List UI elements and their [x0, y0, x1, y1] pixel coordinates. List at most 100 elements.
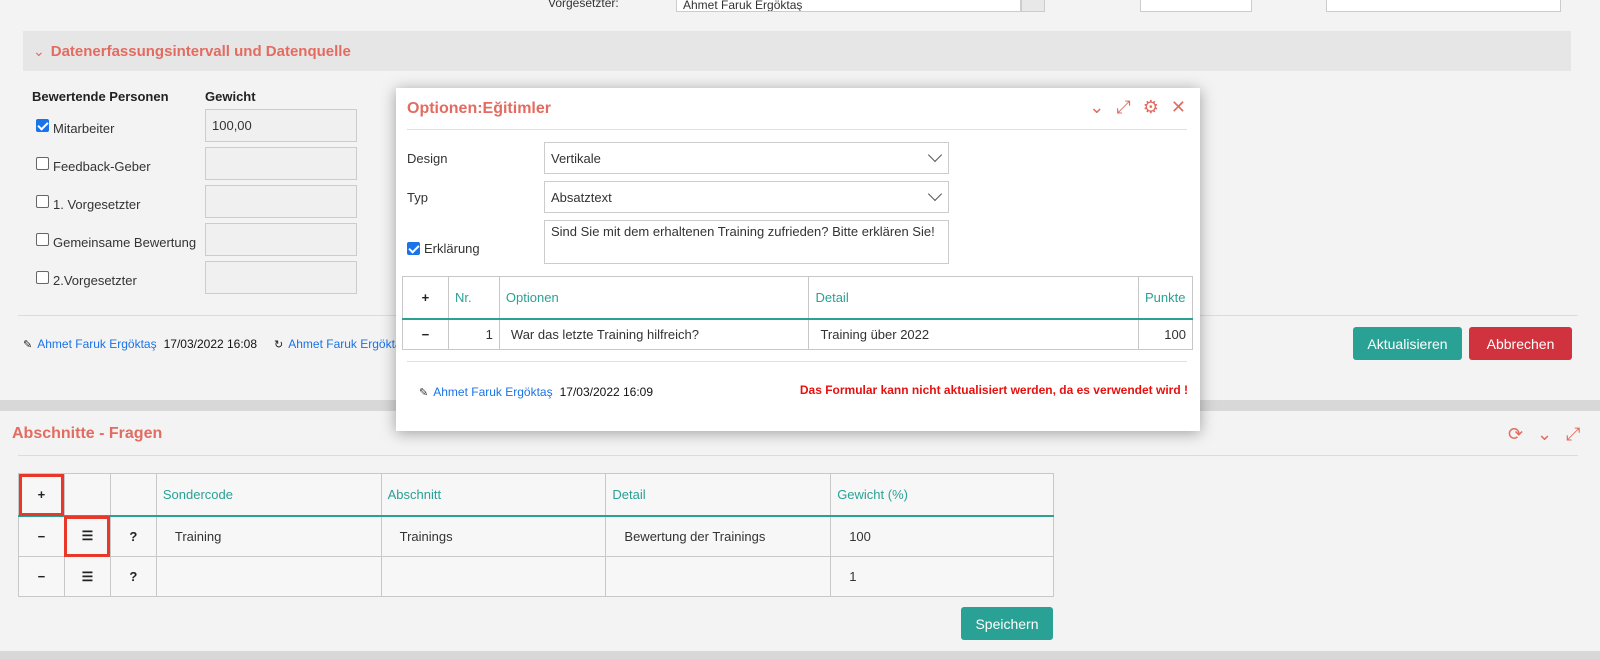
minus-icon[interactable]: − [409, 327, 442, 342]
remove-row-cell[interactable]: − [18, 556, 65, 597]
supervisor-select[interactable]: Ahmet Faruk Ergöktaş [676, 0, 1021, 12]
type-select[interactable]: Absatztext [544, 181, 949, 213]
top-field-b[interactable] [1326, 0, 1561, 12]
help-cell[interactable]: ? [109, 515, 157, 557]
cell-nr[interactable]: 1 [447, 318, 500, 350]
cell-detail[interactable] [605, 556, 832, 597]
supervisor-lookup-button[interactable] [1021, 0, 1045, 12]
header-blank [63, 473, 111, 517]
weight-column-header: Gewicht [205, 89, 256, 104]
col-nr[interactable]: Nr. [447, 276, 500, 320]
modal-title: Optionen:Eğitimler [407, 100, 551, 117]
close-icon[interactable]: ✕ [1171, 97, 1186, 118]
options-modal: Optionen:Eğitimler ⌄ ⤢ ⚙ ✕ Design Vertik… [396, 88, 1200, 431]
list-cell[interactable]: ☰ [63, 515, 111, 557]
person-label: 2.Vorgesetzter [53, 273, 137, 288]
expand-icon[interactable]: ⤢ [1116, 97, 1130, 118]
data-source-section-header[interactable]: ⌄ Datenerfassungsintervall und Datenquel… [23, 31, 1571, 71]
expand-icon[interactable]: ⤢ [1566, 424, 1580, 445]
remove-option-cell[interactable]: − [402, 318, 449, 350]
cell-section[interactable] [380, 556, 607, 597]
person-row-supervisor1[interactable]: 1. Vorgesetzter [36, 195, 141, 212]
type-label: Typ [407, 190, 428, 205]
sections-table: + Sondercode Abschnitt Detail Gewicht (%… [18, 473, 1054, 597]
cell-weight[interactable]: 1 [830, 556, 1054, 597]
cell-code[interactable]: Training [155, 515, 382, 557]
refresh-icon: ↻ [274, 338, 284, 351]
person-row-feedback[interactable]: Feedback-Geber [36, 157, 151, 174]
section-title: Datenerfassungsintervall und Datenquelle [50, 42, 351, 60]
minus-icon[interactable]: − [25, 569, 58, 584]
chevron-down-icon [927, 147, 943, 163]
cancel-button[interactable]: Abbrechen [1469, 327, 1572, 360]
checkbox-supervisor2[interactable] [36, 271, 49, 284]
cell-code[interactable] [155, 556, 382, 597]
list-icon[interactable]: ☰ [71, 569, 104, 585]
plus-icon[interactable]: + [409, 290, 442, 305]
remove-row-cell[interactable]: − [18, 515, 65, 557]
cell-points[interactable]: 100 [1137, 318, 1194, 350]
updater-link[interactable]: Ahmet Faruk Ergöktaş [288, 337, 407, 351]
design-label: Design [407, 151, 448, 166]
col-section[interactable]: Abschnitt [380, 473, 607, 517]
update-button[interactable]: Aktualisieren [1353, 327, 1462, 360]
question-icon[interactable]: ? [117, 529, 150, 544]
person-label: Mitarbeiter [53, 121, 115, 136]
person-row-supervisor2[interactable]: 2.Vorgesetzter [36, 271, 137, 288]
checkbox-supervisor1[interactable] [36, 195, 49, 208]
options-table: + Nr. Optionen Detail Punkte − 1 War das… [402, 276, 1194, 350]
weight-field-joint[interactable] [205, 223, 357, 256]
list-cell[interactable]: ☰ [63, 556, 111, 597]
person-label: Gemeinsame Bewertung [53, 235, 197, 250]
add-row-cell[interactable]: + [18, 473, 65, 517]
save-button[interactable]: Speichern [961, 607, 1053, 640]
col-weight[interactable]: Gewicht (%) [830, 473, 1054, 517]
supervisor-label: Vorgesetzter: [548, 0, 619, 10]
col-code[interactable]: Sondercode [155, 473, 382, 517]
list-icon[interactable]: ☰ [71, 528, 104, 544]
explain-label: Erklärung [424, 241, 480, 256]
design-select[interactable]: Vertikale [544, 142, 949, 174]
help-cell[interactable]: ? [109, 556, 157, 597]
persons-column-header: Bewertende Personen [32, 89, 169, 104]
weight-field-supervisor1[interactable] [205, 185, 357, 218]
explain-checkbox[interactable] [407, 242, 420, 255]
col-detail[interactable]: Detail [808, 276, 1139, 320]
cell-section[interactable]: Trainings [380, 515, 607, 557]
creator-link[interactable]: Ahmet Faruk Ergöktaş [37, 337, 156, 351]
updated-audit: ↻ Ahmet Faruk Ergöktaş [274, 337, 408, 351]
table-row: − ☰ ? Training Trainings Bewertung der T… [18, 515, 1054, 557]
modal-audit: ✎ Ahmet Faruk Ergöktaş 17/03/2022 16:09 [419, 385, 653, 399]
person-row-joint[interactable]: Gemeinsame Bewertung [36, 233, 197, 250]
chevron-down-icon[interactable]: ⌄ [1537, 424, 1552, 445]
top-field-a[interactable] [1140, 0, 1252, 12]
col-points[interactable]: Punkte [1137, 276, 1194, 320]
chevron-down-icon[interactable]: ⌄ [1089, 97, 1104, 118]
question-icon[interactable]: ? [117, 569, 150, 584]
checkbox-feedback[interactable] [36, 157, 49, 170]
cell-detail[interactable]: Training über 2022 [808, 318, 1139, 350]
cell-option[interactable]: War das letzte Training hilfreich? [498, 318, 810, 350]
weight-field-feedback[interactable] [205, 147, 357, 180]
explain-textarea[interactable]: Sind Sie mit dem erhaltenen Training zuf… [544, 220, 949, 264]
cell-detail[interactable]: Bewertung der Trainings [605, 515, 832, 557]
add-option-cell[interactable]: + [402, 276, 449, 320]
refresh-icon[interactable]: ⟳ [1508, 424, 1523, 445]
checkbox-joint[interactable] [36, 233, 49, 246]
weight-field-mitarbeiter[interactable]: 100,00 [205, 109, 357, 142]
explain-toggle[interactable]: Erklärung [407, 241, 480, 256]
cell-weight[interactable]: 100 [830, 515, 1054, 557]
pencil-icon: ✎ [419, 386, 429, 399]
audit-user-link[interactable]: Ahmet Faruk Ergöktaş [433, 385, 552, 399]
person-row-mitarbeiter[interactable]: Mitarbeiter [36, 119, 115, 136]
plus-icon[interactable]: + [25, 487, 58, 502]
chevron-down-icon [927, 186, 943, 202]
col-detail[interactable]: Detail [605, 473, 832, 517]
gear-icon[interactable]: ⚙ [1143, 97, 1159, 118]
col-options[interactable]: Optionen [498, 276, 810, 320]
minus-icon[interactable]: − [25, 529, 58, 544]
checkbox-mitarbeiter[interactable] [36, 119, 49, 132]
weight-field-supervisor2[interactable] [205, 261, 357, 294]
divider [18, 455, 1578, 456]
person-label: 1. Vorgesetzter [53, 197, 141, 212]
